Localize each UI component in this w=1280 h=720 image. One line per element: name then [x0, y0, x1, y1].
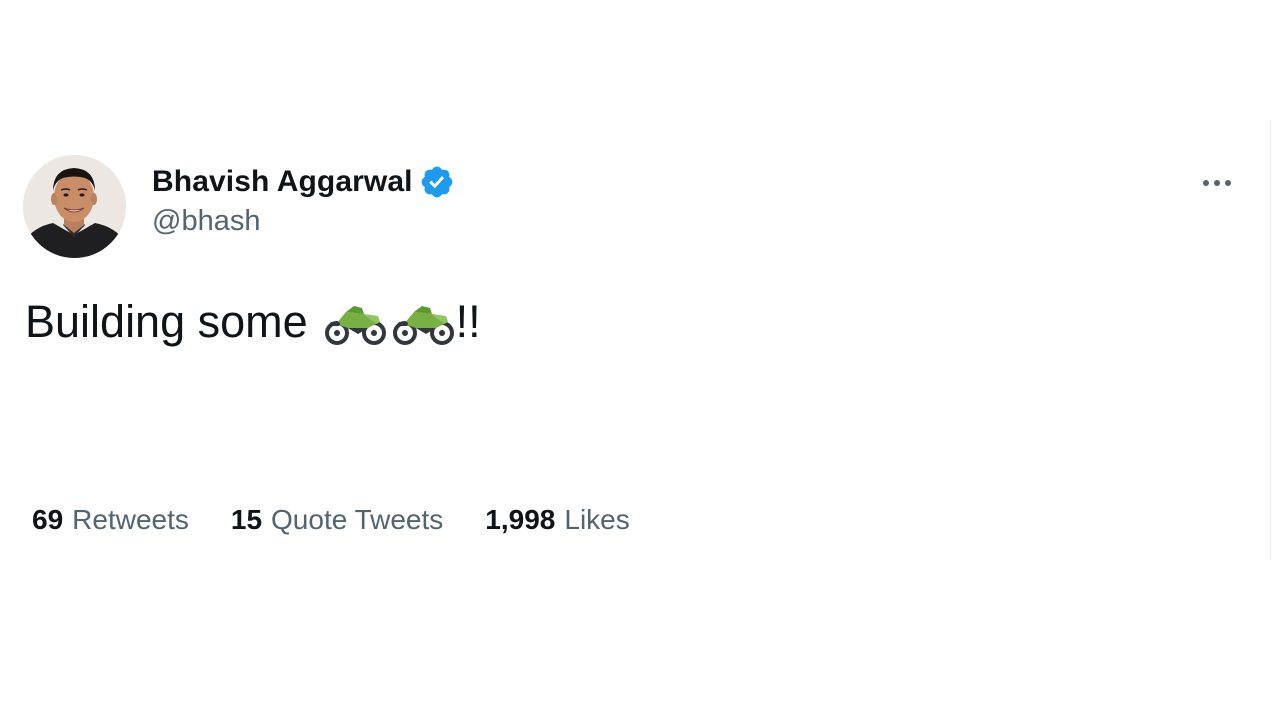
avatar[interactable] [23, 155, 126, 258]
tweet-text-suffix: !! [455, 296, 481, 347]
likes-stat[interactable]: 1,998 Likes [485, 504, 629, 536]
quote-tweets-count: 15 [230, 504, 263, 535]
verified-badge-icon [419, 164, 455, 200]
emoji-group [324, 298, 456, 346]
motorcycle-icon [392, 306, 454, 345]
quote-tweets-stat[interactable]: 15 Quote Tweets [231, 504, 443, 536]
motorcycle-icon [324, 306, 386, 345]
author-handle[interactable]: @bhash [152, 205, 455, 238]
retweets-stat[interactable]: 69 Retweets [32, 504, 189, 536]
tweet-card: Bhavish Aggarwal @bhash Building some !!… [0, 0, 1280, 720]
author-name-row: Bhavish Aggarwal [152, 163, 455, 201]
retweets-label: Retweets [72, 504, 189, 535]
tweet-text-content: Building some [25, 296, 308, 347]
likes-count: 1,998 [485, 504, 556, 535]
more-options-button[interactable] [1196, 168, 1238, 198]
author-block: Bhavish Aggarwal @bhash [152, 163, 455, 238]
likes-label: Likes [564, 504, 630, 535]
retweets-count: 69 [32, 504, 64, 535]
avatar-image [23, 155, 126, 258]
quote-tweets-label: Quote Tweets [271, 504, 444, 535]
author-name[interactable]: Bhavish Aggarwal [152, 165, 413, 199]
tweet-text: Building some !! [25, 296, 481, 348]
more-dots-icon [1203, 180, 1231, 186]
tweet-stats: 69 Retweets 15 Quote Tweets 1,998 Likes [32, 504, 672, 536]
